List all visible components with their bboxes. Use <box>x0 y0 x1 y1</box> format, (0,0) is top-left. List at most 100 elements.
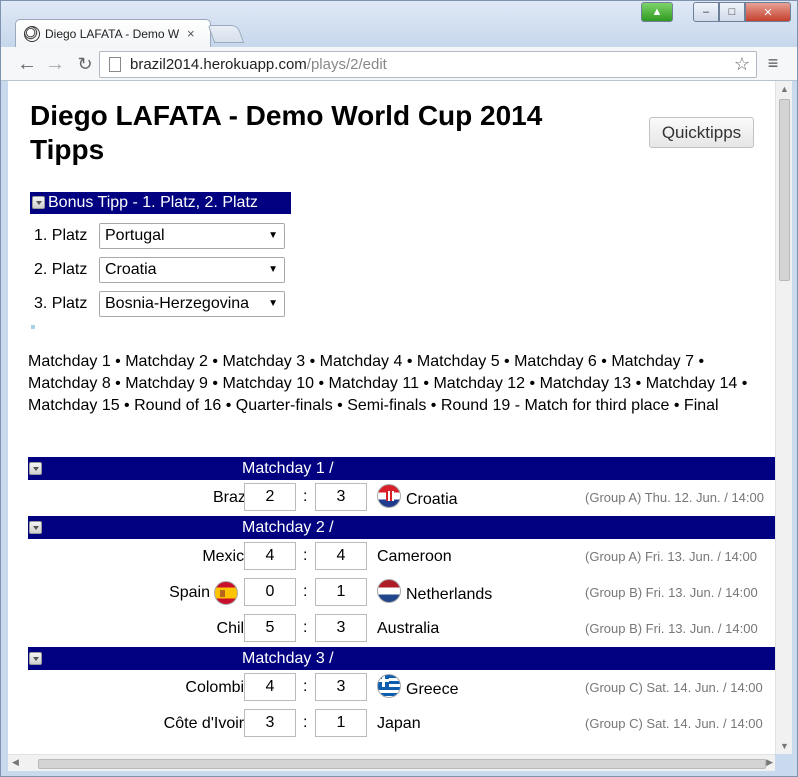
new-tab-button[interactable] <box>207 25 245 43</box>
spain-flag-icon <box>214 581 238 605</box>
match-info: (Group C) Sat. 14. Jun. / 14:00 <box>585 716 763 731</box>
link-separator: • <box>119 397 135 414</box>
away-score-input[interactable]: 3 <box>315 673 367 701</box>
maximize-window-button[interactable]: □ <box>719 2 745 22</box>
link-separator: • <box>314 375 329 392</box>
forward-arrow-icon[interactable]: → <box>43 52 67 76</box>
platz-select[interactable]: Portugal ▼ <box>99 223 285 249</box>
matchday-header[interactable]: Matchday 3 / <box>28 647 775 670</box>
away-team: Australia <box>377 620 440 637</box>
tab-title: Diego LAFATA - Demo World Cup 2014 Tipps <box>45 26 179 41</box>
home-score-input[interactable]: 4 <box>244 673 296 701</box>
link-separator: • <box>207 375 223 392</box>
home-score-input[interactable]: 0 <box>244 578 296 606</box>
link-separator: • <box>737 375 748 392</box>
tab-close-icon[interactable]: × <box>187 26 195 41</box>
netherlands-flag-icon <box>377 579 401 603</box>
scroll-right-icon[interactable]: ▶ <box>766 757 773 768</box>
matchday-link[interactable]: Semi-finals <box>347 397 426 414</box>
match-info: (Group B) Fri. 13. Jun. / 14:00 <box>585 585 758 600</box>
collapse-toggle-icon[interactable] <box>29 521 42 534</box>
home-team: Spain <box>169 584 210 601</box>
score-separator: : <box>303 583 308 600</box>
url-host: brazil2014.herokuapp.com <box>130 56 307 73</box>
platz-select[interactable]: Bosnia-Herzegovina ▼ <box>99 291 285 317</box>
minimize-window-button[interactable]: – <box>693 2 719 22</box>
matchday-link[interactable]: Matchday 11 <box>329 375 419 392</box>
matchday-link[interactable]: Matchday 12 <box>433 375 525 392</box>
away-score-input[interactable]: 4 <box>315 542 367 570</box>
reload-icon[interactable]: ↻ <box>73 52 97 76</box>
scroll-left-icon[interactable]: ◀ <box>12 757 19 768</box>
horizontal-scroll-thumb[interactable] <box>38 759 766 769</box>
away-team: Croatia <box>406 491 458 508</box>
matchday-link[interactable]: Matchday 15 <box>28 397 120 414</box>
matchday-link[interactable]: Matchday 2 <box>125 353 208 370</box>
away-score-input[interactable]: 1 <box>315 709 367 737</box>
bonus-tipp-header[interactable]: Bonus Tipp - 1. Platz, 2. Platz <box>30 192 291 214</box>
matchday-link[interactable]: Matchday 7 <box>611 353 694 370</box>
browser-toolbar: ← → ↻ brazil2014.herokuapp.com/plays/2/e… <box>1 47 797 81</box>
match-row: Colombia 4:3 Greece (Group C) Sat. 14. Jun.… <box>28 670 775 706</box>
user-profile-icon[interactable]: ▲ <box>641 2 673 22</box>
away-score-input[interactable]: 3 <box>315 483 367 511</box>
platz-select-value: Bosnia-Herzegovina <box>105 295 250 312</box>
matchday-link[interactable]: Matchday 10 <box>222 375 314 392</box>
match-info: (Group B) Fri. 13. Jun. / 14:00 <box>585 621 758 636</box>
address-bar[interactable]: brazil2014.herokuapp.com/plays/2/edit ☆ <box>99 51 757 78</box>
collapse-toggle-icon[interactable] <box>29 652 42 665</box>
matchday-link[interactable]: Quarter-finals <box>236 397 333 414</box>
match-info: (Group A) Fri. 13. Jun. / 14:00 <box>585 549 757 564</box>
platz-select[interactable]: Croatia ▼ <box>99 257 285 283</box>
scroll-up-icon[interactable]: ▲ <box>780 84 789 94</box>
match-row: Brazil 2:3 Croatia (Group A) Thu. 12. Jun. … <box>28 480 775 516</box>
score-separator: : <box>303 488 308 505</box>
away-score-input[interactable]: 1 <box>315 578 367 606</box>
matchday-link[interactable]: Matchday 6 <box>514 353 597 370</box>
horizontal-scrollbar[interactable]: ◀ ▶ <box>8 754 775 771</box>
matchday-header[interactable]: Matchday 2 / <box>28 516 775 539</box>
browser-tab[interactable]: Diego LAFATA - Demo World Cup 2014 Tipps… <box>15 19 211 47</box>
collapse-toggle-icon[interactable] <box>29 462 42 475</box>
matchday-header[interactable]: Matchday 1 / <box>28 457 775 480</box>
back-arrow-icon[interactable]: ← <box>15 52 39 76</box>
platz-select-value: Croatia <box>105 261 157 278</box>
bonus-row: 2. Platz Croatia ▼ <box>34 257 294 283</box>
score-separator: : <box>303 547 308 564</box>
menu-icon[interactable]: ≡ <box>765 54 781 72</box>
matchday-link[interactable]: Matchday 9 <box>125 375 208 392</box>
home-score-input[interactable]: 5 <box>244 614 296 642</box>
away-team: Japan <box>377 715 421 732</box>
quicktipps-button[interactable]: Quicktipps <box>649 117 754 148</box>
home-score-input[interactable]: 2 <box>244 483 296 511</box>
home-score-input[interactable]: 3 <box>244 709 296 737</box>
away-score-input[interactable]: 3 <box>315 614 367 642</box>
bonus-tipp-title: Bonus Tipp - 1. Platz, 2. Platz <box>48 194 258 211</box>
matchday-link[interactable]: Matchday 1 <box>28 353 111 370</box>
link-separator: • <box>305 353 320 370</box>
match-info: (Group A) Thu. 12. Jun. / 14:00 <box>585 490 764 505</box>
matchday-link[interactable]: Final <box>684 397 719 414</box>
match-row: Spain 0:1 Netherlands (Group B) Fri. 13. Ju… <box>28 575 775 611</box>
matchday-title: Matchday 2 / <box>242 519 334 536</box>
matchday-link[interactable]: Round 19 - Match for third place <box>441 397 670 414</box>
link-separator: • <box>426 397 441 414</box>
matchday-link[interactable]: Round of 16 <box>134 397 221 414</box>
vertical-scroll-thumb[interactable] <box>779 99 790 281</box>
matchday-link[interactable]: Matchday 3 <box>222 353 305 370</box>
vertical-scrollbar[interactable]: ▲ ▼ <box>775 81 792 754</box>
away-team: Greece <box>406 681 459 698</box>
scroll-down-icon[interactable]: ▼ <box>780 741 789 751</box>
matchday-link[interactable]: Matchday 13 <box>540 375 632 392</box>
home-score-input[interactable]: 4 <box>244 542 296 570</box>
link-separator: • <box>525 375 540 392</box>
matchday-link[interactable]: Matchday 8 <box>28 375 111 392</box>
collapse-toggle-icon[interactable] <box>32 196 45 209</box>
bookmark-star-icon[interactable]: ☆ <box>734 52 750 77</box>
matchday-link[interactable]: Matchday 14 <box>646 375 738 392</box>
link-separator: • <box>110 375 126 392</box>
matchday-link[interactable]: Matchday 5 <box>417 353 500 370</box>
close-window-button[interactable]: ✕ <box>745 2 791 22</box>
score-separator: : <box>303 678 308 695</box>
matchday-link[interactable]: Matchday 4 <box>320 353 403 370</box>
